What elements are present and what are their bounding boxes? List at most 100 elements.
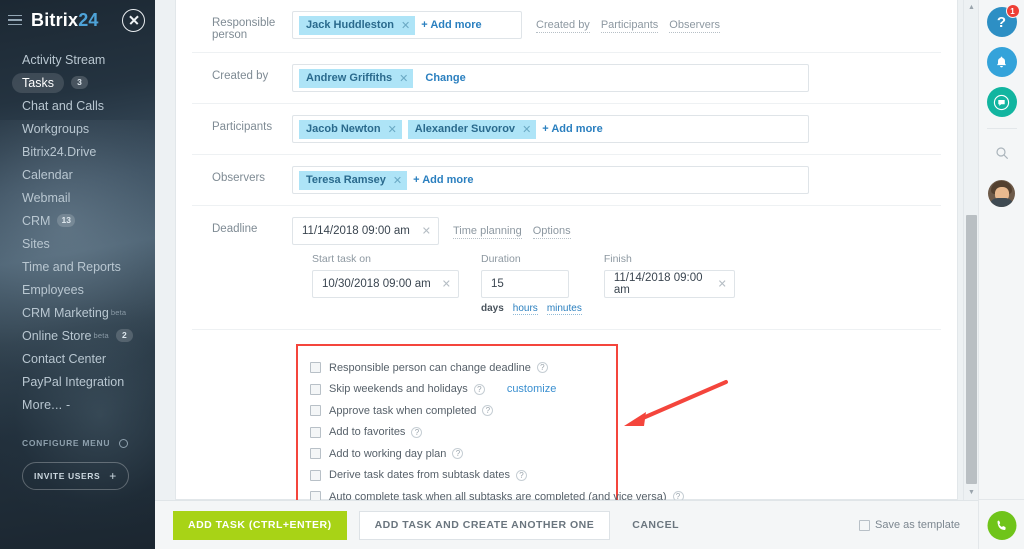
finish-input[interactable]: 11/14/2018 09:00 am ✕ bbox=[603, 270, 735, 298]
deadline-label: Deadline bbox=[212, 223, 258, 235]
call-button[interactable] bbox=[987, 511, 1016, 540]
task-form-card: Responsible person Jack Huddleston ✕ + A… bbox=[175, 0, 958, 549]
clear-finish-date-icon[interactable]: ✕ bbox=[718, 278, 727, 291]
add-task-and-create-another-button[interactable]: ADD TASK AND CREATE ANOTHER ONE bbox=[358, 510, 611, 540]
person-tag[interactable]: Alexander Suvorov ✕ bbox=[407, 119, 537, 139]
remove-tag-icon[interactable]: ✕ bbox=[393, 174, 402, 187]
remove-tag-icon[interactable]: ✕ bbox=[401, 19, 410, 32]
sidebar-item-crm-marketing[interactable]: CRM Marketing beta bbox=[0, 301, 155, 324]
checkbox[interactable] bbox=[859, 519, 870, 531]
cancel-button[interactable]: CANCEL bbox=[632, 519, 679, 531]
option-label: Add to working day plan bbox=[329, 447, 447, 460]
save-as-template-option[interactable]: Save as template bbox=[859, 519, 960, 531]
help-icon[interactable]: ? bbox=[536, 362, 548, 374]
option-skip-weekends-and-holidays[interactable]: Skip weekends and holidays ? customize bbox=[310, 379, 604, 401]
sidebar-item-webmail[interactable]: Webmail bbox=[0, 186, 155, 209]
sidebar-item-crm[interactable]: CRM 13 bbox=[0, 209, 155, 232]
clear-start-date-icon[interactable]: ✕ bbox=[442, 278, 451, 291]
person-tag[interactable]: Teresa Ramsey ✕ bbox=[299, 170, 408, 190]
duration-unit-hours[interactable]: hours bbox=[512, 303, 538, 315]
help-button[interactable]: ? 1 bbox=[986, 4, 1020, 37]
person-tag[interactable]: Andrew Griffiths ✕ bbox=[299, 68, 414, 88]
sidebar-item-tasks[interactable]: Tasks 3 bbox=[0, 71, 155, 94]
link-observers[interactable]: Observers bbox=[669, 19, 721, 33]
sidebar-item-label: Webmail bbox=[22, 190, 71, 205]
help-icon[interactable]: ? bbox=[411, 426, 423, 438]
annotation-arrow-icon bbox=[624, 380, 728, 426]
start-task-on-input[interactable]: 10/30/2018 09:00 am ✕ bbox=[312, 270, 459, 298]
chat-button[interactable] bbox=[986, 87, 1017, 117]
sidebar-item-sites[interactable]: Sites bbox=[0, 232, 155, 255]
option-approve-task-when-completed[interactable]: Approve task when completed ? bbox=[310, 400, 604, 422]
option-add-to-working-day-plan[interactable]: Add to working day plan ? bbox=[310, 443, 604, 465]
option-add-to-favorites[interactable]: Add to favorites ? bbox=[310, 422, 604, 444]
configure-menu-button[interactable]: CONFIGURE MENU bbox=[22, 438, 155, 448]
add-more-participants-link[interactable]: + Add more bbox=[542, 123, 602, 135]
clear-deadline-icon[interactable]: ✕ bbox=[422, 225, 431, 238]
bitrix24-logo[interactable]: Bitrix24 bbox=[31, 10, 99, 31]
invite-users-label: INVITE USERS bbox=[34, 471, 101, 481]
sidebar-item-paypal-integration[interactable]: PayPal Integration bbox=[0, 370, 155, 393]
responsible-person-input[interactable]: Jack Huddleston ✕ + Add more bbox=[292, 11, 522, 39]
sidebar-item-label: More... - bbox=[22, 397, 71, 412]
sidebar-item-time-and-reports[interactable]: Time and Reports bbox=[0, 255, 155, 278]
created-by-input[interactable]: Andrew Griffiths ✕ Change bbox=[292, 64, 809, 92]
sidebar-item-workgroups[interactable]: Workgroups bbox=[0, 117, 155, 140]
search-button[interactable] bbox=[987, 138, 1017, 168]
avatar[interactable] bbox=[988, 180, 1015, 207]
scrollbar-thumb[interactable] bbox=[966, 215, 977, 484]
sidebar-item-contact-center[interactable]: Contact Center bbox=[0, 347, 155, 370]
checkbox[interactable] bbox=[310, 362, 321, 374]
duration-unit-days[interactable]: days bbox=[481, 303, 504, 315]
help-icon[interactable]: ? bbox=[515, 469, 527, 481]
sidebar-item-employees[interactable]: Employees bbox=[0, 278, 155, 301]
right-rail: ? 1 bbox=[978, 0, 1024, 549]
sidebar-item-chat-and-calls[interactable]: Chat and Calls bbox=[0, 94, 155, 117]
scroll-up-arrow-icon[interactable]: ▲ bbox=[964, 0, 978, 15]
option-derive-task-dates-from-subtask-dates[interactable]: Derive task dates from subtask dates ? bbox=[310, 465, 604, 487]
hamburger-menu-icon[interactable] bbox=[8, 14, 22, 26]
person-tag[interactable]: Jacob Newton ✕ bbox=[299, 119, 402, 139]
remove-tag-icon[interactable]: ✕ bbox=[522, 123, 531, 136]
checkbox[interactable] bbox=[310, 383, 321, 395]
remove-tag-icon[interactable]: ✕ bbox=[388, 123, 397, 136]
deadline-options-link[interactable]: Options bbox=[532, 225, 571, 239]
remove-tag-icon[interactable]: ✕ bbox=[399, 72, 408, 85]
scroll-down-arrow-icon[interactable]: ▼ bbox=[964, 485, 978, 500]
duration-unit-minutes[interactable]: minutes bbox=[546, 303, 582, 315]
created-by-row: Created by Andrew Griffiths ✕ Change bbox=[192, 53, 941, 104]
close-icon[interactable] bbox=[122, 8, 145, 32]
notifications-button[interactable] bbox=[986, 47, 1017, 77]
sidebar-item-bitrix24-drive[interactable]: Bitrix24.Drive bbox=[0, 140, 155, 163]
time-planning-link[interactable]: Time planning bbox=[453, 225, 522, 239]
help-icon[interactable]: ? bbox=[482, 405, 494, 417]
checkbox[interactable] bbox=[310, 405, 321, 417]
finish-label: Finish bbox=[603, 253, 632, 265]
participants-input[interactable]: Jacob Newton ✕ Alexander Suvorov ✕ + Add… bbox=[292, 115, 809, 143]
form-scrollbar[interactable]: ▲ ▼ bbox=[963, 0, 978, 500]
deadline-input[interactable]: 11/14/2018 09:00 am ✕ bbox=[292, 217, 439, 245]
option-responsible-can-change-deadline[interactable]: Responsible person can change deadline ? bbox=[310, 357, 604, 379]
person-tag[interactable]: Jack Huddleston ✕ bbox=[299, 15, 416, 35]
invite-users-button[interactable]: INVITE USERS + bbox=[22, 462, 129, 490]
link-created-by[interactable]: Created by bbox=[536, 19, 590, 33]
checkbox[interactable] bbox=[310, 469, 321, 481]
rail-divider bbox=[986, 128, 1017, 129]
sidebar-item-more[interactable]: More... - bbox=[0, 393, 155, 416]
observers-input[interactable]: Teresa Ramsey ✕ + Add more bbox=[292, 166, 809, 194]
duration-input[interactable]: 15 bbox=[481, 270, 569, 298]
help-icon[interactable]: ? bbox=[452, 448, 464, 460]
checkbox[interactable] bbox=[310, 426, 321, 438]
link-participants[interactable]: Participants bbox=[600, 19, 659, 33]
help-icon[interactable]: ? bbox=[473, 383, 485, 395]
add-more-responsible-link[interactable]: + Add more bbox=[421, 19, 481, 31]
add-more-observers-link[interactable]: + Add more bbox=[413, 174, 473, 186]
sidebar-item-activity-stream[interactable]: Activity Stream bbox=[0, 48, 155, 71]
sidebar-item-calendar[interactable]: Calendar bbox=[0, 163, 155, 186]
add-task-button[interactable]: ADD TASK (CTRL+ENTER) bbox=[173, 510, 347, 540]
customize-link[interactable]: customize bbox=[507, 383, 557, 395]
sidebar-item-online-store[interactable]: Online Store beta 2 bbox=[0, 324, 155, 347]
change-created-by-link[interactable]: Change bbox=[425, 72, 465, 84]
checkbox[interactable] bbox=[310, 448, 321, 460]
configure-menu-label: CONFIGURE MENU bbox=[22, 438, 111, 448]
